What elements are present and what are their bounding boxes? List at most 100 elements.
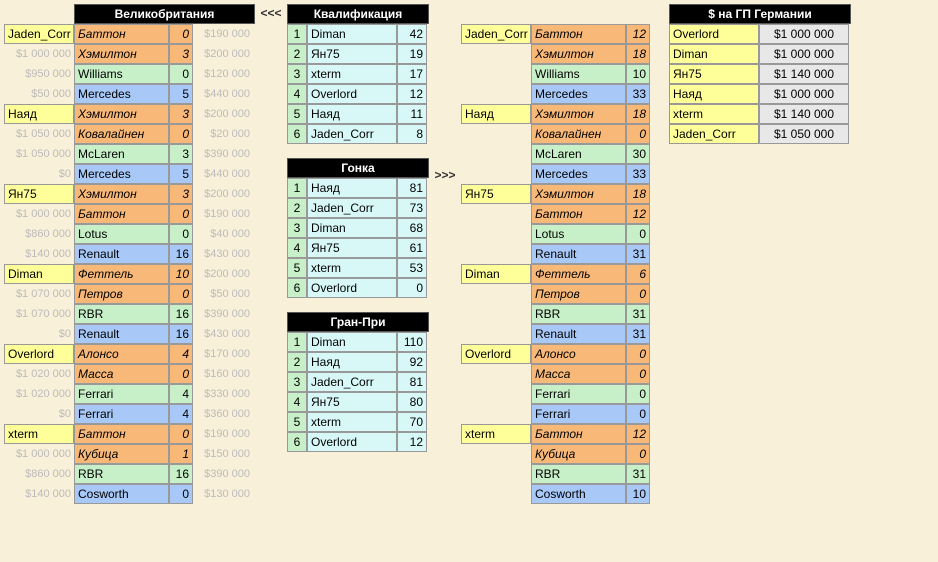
money-left: $140 000 — [4, 484, 74, 504]
rank-name: Diman — [307, 24, 397, 44]
rank-name: Diman — [307, 332, 397, 352]
entry-points: 10 — [626, 64, 650, 84]
right-row: Хэмилтон18 — [461, 44, 651, 64]
entry-points: 0 — [626, 344, 650, 364]
entry-points: 31 — [626, 304, 650, 324]
spacer — [461, 244, 531, 264]
rank-name: Наяд — [307, 178, 397, 198]
entry-name: Хэмилтон — [531, 104, 626, 124]
spacer — [461, 364, 531, 384]
qual-header: Квалификация — [287, 4, 429, 24]
money-value: $1 050 000 — [759, 124, 849, 144]
entry-points: 0 — [169, 484, 193, 504]
rank-row: 2Jaden_Corr73 — [287, 198, 429, 218]
gb-row: xtermБаттон0$190 000 — [4, 424, 255, 444]
spacer — [461, 464, 531, 484]
rank: 3 — [287, 218, 307, 238]
rank: 3 — [287, 372, 307, 392]
right-row: Renault31 — [461, 324, 651, 344]
rank-row: 4Ян7580 — [287, 392, 429, 412]
player-name: Ян75 — [4, 184, 74, 204]
spacer — [461, 124, 531, 144]
money-row: xterm$1 140 000 — [669, 104, 851, 124]
gb-row: $1 070 000RBR16$390 000 — [4, 304, 255, 324]
rank: 4 — [287, 238, 307, 258]
rank-points: 19 — [397, 44, 427, 64]
middle-tables: Квалификация 1Diman422Ян75193xterm174Ove… — [287, 4, 429, 452]
money-right: $200 000 — [193, 104, 253, 124]
player-name: Jaden_Corr — [4, 24, 74, 44]
rank-points: 81 — [397, 372, 427, 392]
gb-row: $1 020 000Ferrari4$330 000 — [4, 384, 255, 404]
entry-name: Lotus — [74, 224, 169, 244]
rank-name: Overlord — [307, 432, 397, 452]
money-row: Jaden_Corr$1 050 000 — [669, 124, 851, 144]
money-right: $440 000 — [193, 164, 253, 184]
entry-name: Mercedes — [74, 84, 169, 104]
entry-points: 16 — [169, 304, 193, 324]
right-row: RBR31 — [461, 304, 651, 324]
entry-points: 0 — [626, 284, 650, 304]
entry-name: Баттон — [531, 204, 626, 224]
entry-name: Баттон — [74, 424, 169, 444]
entry-points: 0 — [169, 224, 193, 244]
entry-name: RBR — [531, 304, 626, 324]
right-row: Cosworth10 — [461, 484, 651, 504]
rank-row: 3xterm17 — [287, 64, 429, 84]
entry-name: Хэмилтон — [531, 44, 626, 64]
money-right: $130 000 — [193, 484, 253, 504]
spacer — [461, 164, 531, 184]
rank: 6 — [287, 278, 307, 298]
gb-row: $1 000 000Кубица1$150 000 — [4, 444, 255, 464]
gb-row: $0Ferrari4$360 000 — [4, 404, 255, 424]
rank-name: Jaden_Corr — [307, 372, 397, 392]
rank-row: 5xterm70 — [287, 412, 429, 432]
entry-name: Алонсо — [531, 344, 626, 364]
gb-row: $1 020 000Масса0$160 000 — [4, 364, 255, 384]
entry-name: Renault — [74, 244, 169, 264]
money-left: $0 — [4, 324, 74, 344]
entry-name: Renault — [74, 324, 169, 344]
rank: 2 — [287, 352, 307, 372]
entry-points: 0 — [169, 424, 193, 444]
rank-name: Diman — [307, 218, 397, 238]
money-left: $1 020 000 — [4, 364, 74, 384]
money-right: $390 000 — [193, 464, 253, 484]
rank-name: Overlord — [307, 278, 397, 298]
rank: 1 — [287, 332, 307, 352]
entry-points: 31 — [626, 244, 650, 264]
entry-points: 10 — [169, 264, 193, 284]
rank-name: Overlord — [307, 84, 397, 104]
entry-points: 6 — [626, 264, 650, 284]
entry-points: 18 — [626, 104, 650, 124]
rank-name: Jaden_Corr — [307, 124, 397, 144]
gp-header: Гран-При — [287, 312, 429, 332]
spacer — [461, 84, 531, 104]
money-left: $1 000 000 — [4, 204, 74, 224]
money-left: $50 000 — [4, 84, 74, 104]
entry-name: Баттон — [74, 204, 169, 224]
rank-row: 4Ян7561 — [287, 238, 429, 258]
money-table: $ на ГП Германии Overlord$1 000 000Diman… — [669, 4, 851, 144]
entry-name: Феттель — [531, 264, 626, 284]
entry-name: Mercedes — [74, 164, 169, 184]
player-name: Наяд — [461, 104, 531, 124]
money-header: $ на ГП Германии — [669, 4, 851, 24]
money-right: $190 000 — [193, 24, 253, 44]
rank-row: 6Overlord12 — [287, 432, 429, 452]
right-row: Баттон12 — [461, 204, 651, 224]
spacer — [461, 44, 531, 64]
player-name: Overlord — [4, 344, 74, 364]
money-name: Ян75 — [669, 64, 759, 84]
money-right: $430 000 — [193, 244, 253, 264]
right-table: Jaden_CorrБаттон12Хэмилтон18Williams10Me… — [461, 4, 651, 504]
money-right: $430 000 — [193, 324, 253, 344]
money-right: $390 000 — [193, 144, 253, 164]
money-name: Jaden_Corr — [669, 124, 759, 144]
entry-name: Алонсо — [74, 344, 169, 364]
entry-name: McLaren — [531, 144, 626, 164]
money-value: $1 000 000 — [759, 24, 849, 44]
entry-points: 16 — [169, 244, 193, 264]
player-name: xterm — [4, 424, 74, 444]
entry-name: Williams — [531, 64, 626, 84]
